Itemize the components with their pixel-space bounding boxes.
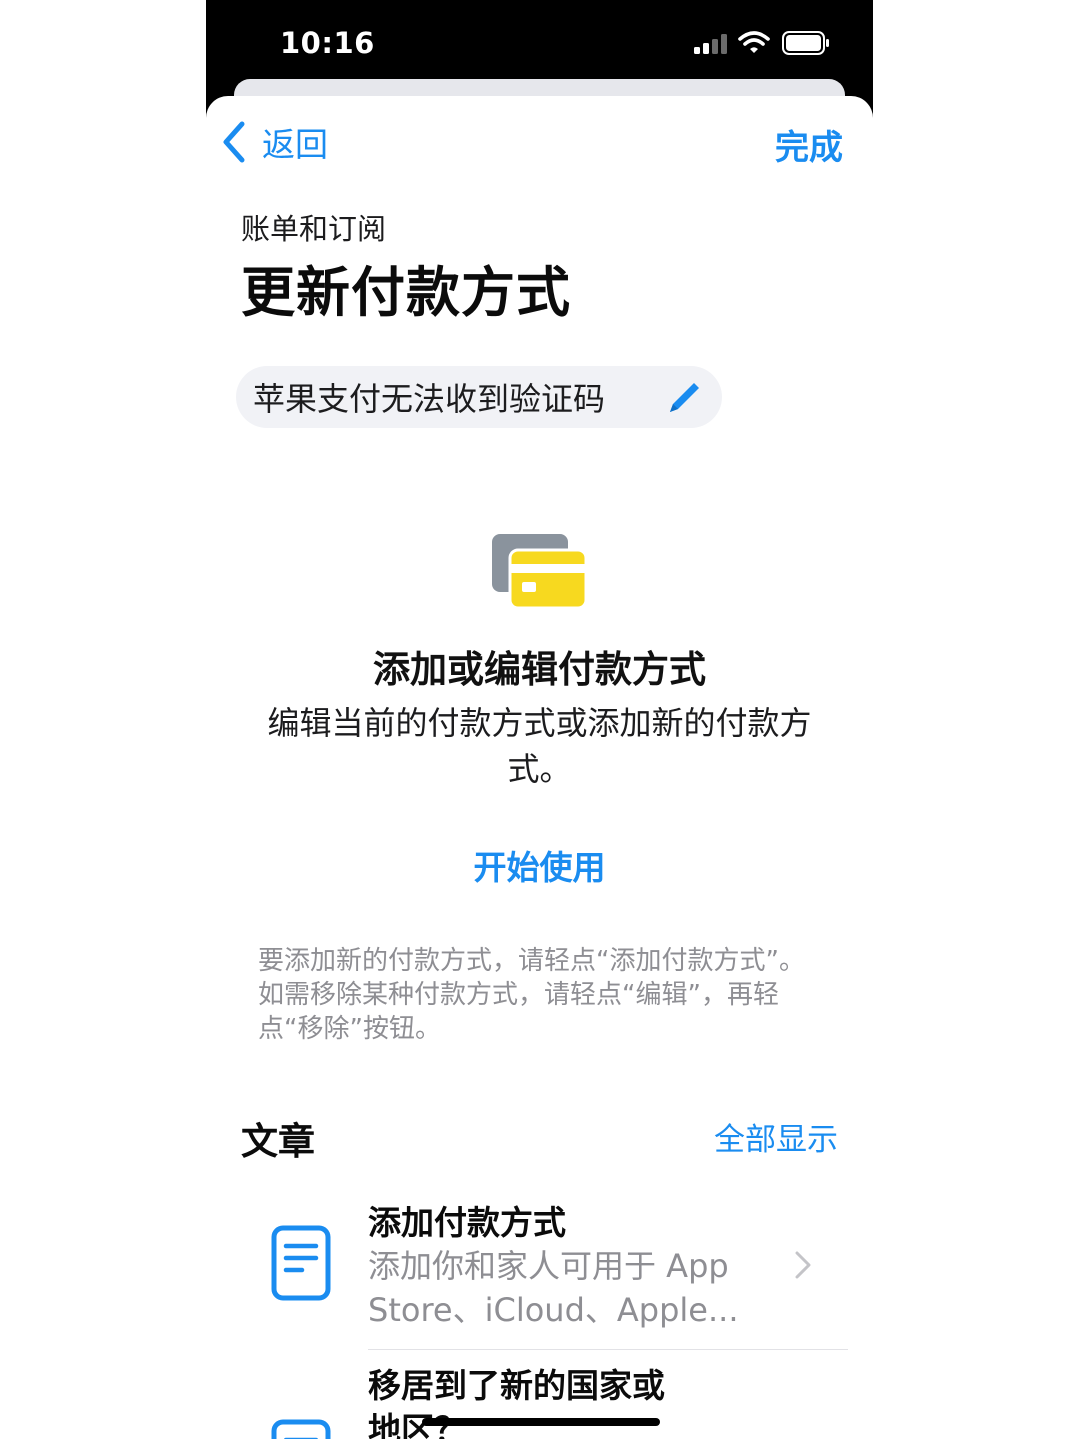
home-indicator bbox=[422, 1418, 660, 1426]
document-icon bbox=[271, 1419, 331, 1439]
article-title: 移居到了新的国家或地区？ bbox=[368, 1366, 665, 1439]
list-divider bbox=[368, 1349, 848, 1350]
credit-card-icon bbox=[492, 534, 588, 610]
document-icon bbox=[271, 1225, 331, 1301]
help-sheet: 返回 完成 账单和订阅 更新付款方式 苹果支付无法收到验证码 添加或编辑付款方式… bbox=[206, 96, 873, 1439]
show-all-link[interactable]: 全部显示 bbox=[714, 1114, 838, 1159]
feature-title: 添加或编辑付款方式 bbox=[373, 648, 706, 691]
chevron-left-icon bbox=[223, 121, 245, 163]
breadcrumb: 账单和订阅 bbox=[241, 212, 387, 246]
chevron-right-icon bbox=[795, 1251, 811, 1279]
done-button[interactable]: 完成 bbox=[775, 120, 843, 169]
status-time: 10:16 bbox=[280, 26, 375, 60]
back-label: 返回 bbox=[262, 125, 328, 164]
search-query-text: 苹果支付无法收到验证码 bbox=[253, 380, 606, 418]
help-text: 要添加新的付款方式，请轻点“添加付款方式”。如需移除某种付款方式，请轻点“编辑”… bbox=[258, 946, 805, 1044]
battery-icon bbox=[782, 31, 829, 55]
article-item-moved-country[interactable]: 移居到了新的国家或地区？ bbox=[246, 1364, 846, 1439]
page-title: 更新付款方式 bbox=[241, 261, 571, 324]
get-started-button[interactable]: 开始使用 bbox=[206, 841, 873, 889]
phone-screen: 10:16 返回 完成 账单和订阅 更新付款方式 苹果支付无法收到验证码 添加或… bbox=[206, 0, 873, 1439]
back-button[interactable]: 返回 bbox=[220, 118, 328, 166]
pencil-edit-icon[interactable] bbox=[664, 378, 704, 418]
article-item-add-payment[interactable]: 添加付款方式 添加你和家人可用于 App Store、iCloud、Apple.… bbox=[246, 1196, 846, 1346]
search-query-chip[interactable]: 苹果支付无法收到验证码 bbox=[236, 366, 722, 428]
status-bar: 10:16 bbox=[206, 0, 873, 90]
wifi-icon bbox=[738, 31, 770, 53]
cellular-signal-icon bbox=[694, 34, 727, 54]
articles-section-title: 文章 bbox=[241, 1120, 315, 1163]
feature-description: 编辑当前的付款方式或添加新的付款方式。 bbox=[267, 704, 812, 788]
article-description: 添加你和家人可用于 App Store、iCloud、Apple... bbox=[368, 1247, 739, 1329]
article-title: 添加付款方式 bbox=[368, 1203, 566, 1242]
